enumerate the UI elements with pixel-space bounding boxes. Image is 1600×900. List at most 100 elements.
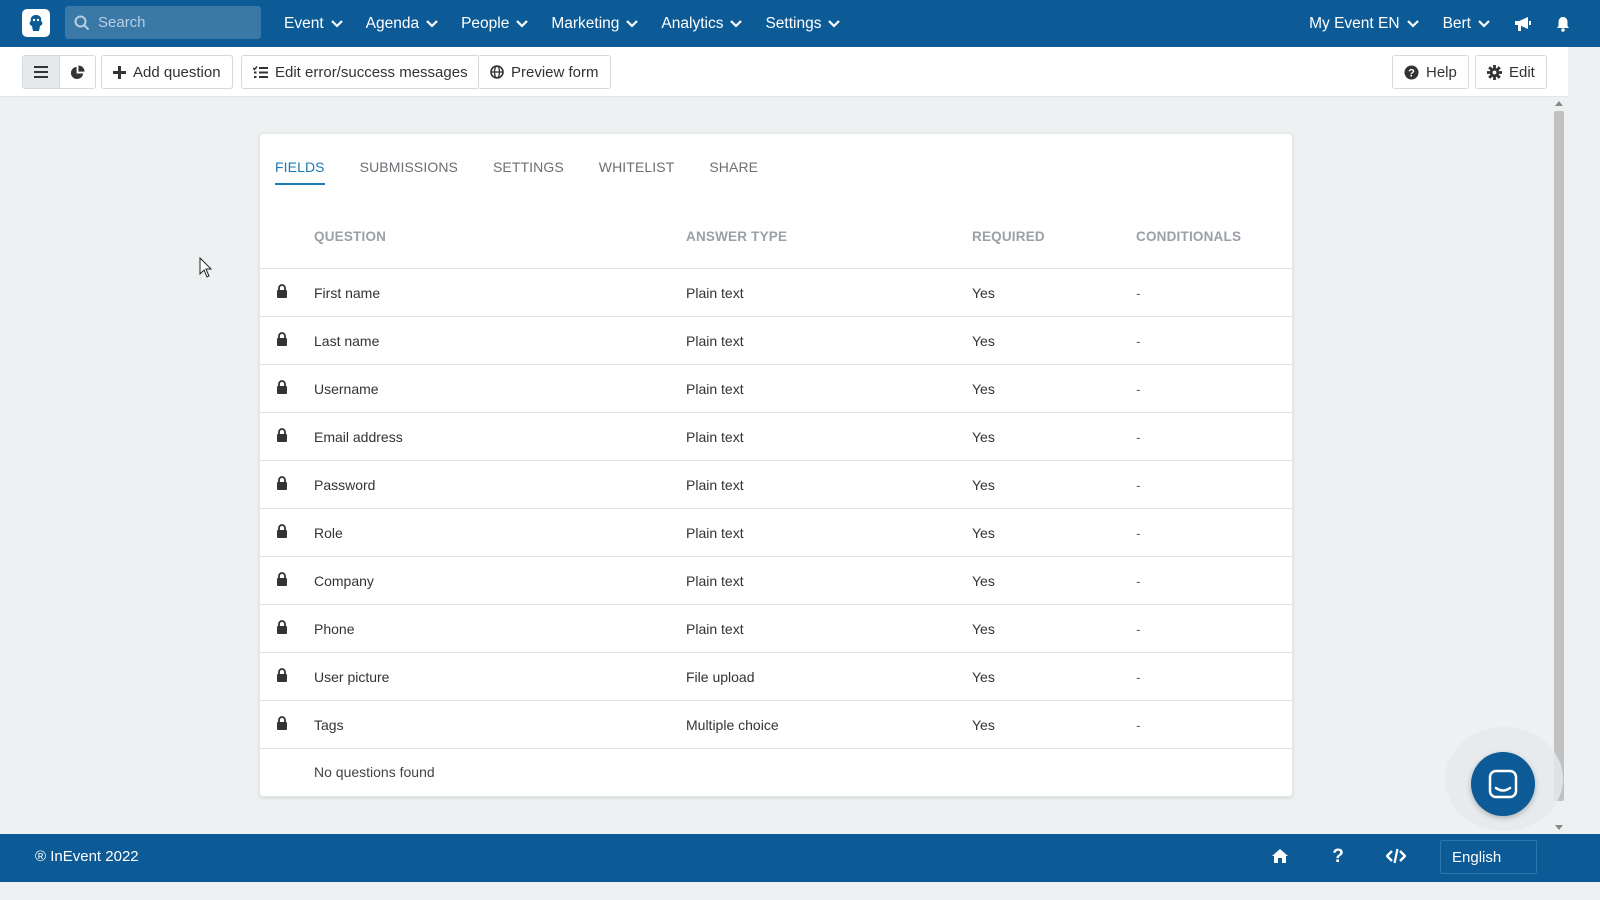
question-cell: Email address xyxy=(314,429,403,445)
bell-icon xyxy=(1557,16,1569,32)
question-cell: Tags xyxy=(314,717,344,733)
menu-analytics[interactable]: Analytics xyxy=(661,15,743,33)
user-menu[interactable]: Bert xyxy=(1443,15,1490,33)
table-row[interactable]: Last name Plain text Yes - xyxy=(260,317,1292,365)
chevron-down-icon xyxy=(730,19,743,28)
help-button[interactable]: ? Help xyxy=(1392,55,1469,89)
table-row[interactable]: Phone Plain text Yes - xyxy=(260,605,1292,653)
notifications-button[interactable] xyxy=(1556,16,1570,32)
svg-text:?: ? xyxy=(1332,846,1344,864)
lock-icon xyxy=(277,428,287,442)
page-scrollbar[interactable] xyxy=(1551,97,1568,834)
inevent-logo[interactable] xyxy=(22,9,50,37)
chevron-down-icon xyxy=(330,19,343,28)
edit-messages-label: Edit error/success messages xyxy=(275,63,468,81)
developer-button[interactable] xyxy=(1385,848,1407,869)
lock-indicator xyxy=(276,380,288,397)
required-cell: Yes xyxy=(972,285,995,301)
table-row[interactable]: First name Plain text Yes - xyxy=(260,269,1292,317)
user-name: Bert xyxy=(1442,14,1471,32)
top-navbar: Event Agenda People Marketing Analytics … xyxy=(0,0,1600,47)
header-conditionals[interactable]: CONDITIONALS xyxy=(1136,229,1241,244)
pie-chart-icon xyxy=(70,64,85,79)
menu-event[interactable]: Event xyxy=(284,15,343,33)
menu-agenda[interactable]: Agenda xyxy=(366,15,438,33)
table-row[interactable]: Tags Multiple choice Yes - xyxy=(260,701,1292,749)
tab-fields[interactable]: FIELDS xyxy=(275,159,325,185)
lock-icon xyxy=(277,524,287,538)
menu-settings[interactable]: Settings xyxy=(765,14,841,33)
answer-type-cell: Plain text xyxy=(686,621,744,637)
table-row[interactable]: Username Plain text Yes - xyxy=(260,365,1292,413)
lock-icon xyxy=(277,284,287,298)
event-selector[interactable]: My Event EN xyxy=(1309,14,1419,33)
table-row[interactable]: Role Plain text Yes - xyxy=(260,509,1292,557)
edit-button[interactable]: Edit xyxy=(1475,55,1547,89)
answer-type-cell: Multiple choice xyxy=(686,717,779,733)
scroll-up-arrow[interactable] xyxy=(1555,101,1563,106)
lock-icon xyxy=(277,716,287,730)
scroll-thumb[interactable] xyxy=(1554,111,1564,801)
header-question[interactable]: QUESTION xyxy=(314,229,386,244)
help-circle-icon: ? xyxy=(1404,65,1419,79)
required-cell: Yes xyxy=(972,477,995,493)
lock-indicator xyxy=(276,428,288,445)
question-cell: Username xyxy=(314,381,379,397)
lock-icon xyxy=(277,620,287,634)
list-view-button[interactable] xyxy=(23,56,59,88)
menu-people[interactable]: People xyxy=(461,14,529,33)
search-input[interactable] xyxy=(98,14,248,31)
answer-type-cell: Plain text xyxy=(686,477,744,493)
form-card: FIELDS SUBMISSIONS SETTINGS WHITELIST SH… xyxy=(259,133,1293,797)
announcements-button[interactable] xyxy=(1514,16,1532,32)
table-row[interactable]: Email address Plain text Yes - xyxy=(260,413,1292,461)
tab-submissions[interactable]: SUBMISSIONS xyxy=(360,159,458,185)
menu-label: Settings xyxy=(765,14,822,32)
search-box[interactable] xyxy=(65,6,261,39)
table-row[interactable]: Password Plain text Yes - xyxy=(260,461,1292,509)
header-answer-type[interactable]: ANSWER TYPE xyxy=(686,229,787,244)
chevron-down-icon xyxy=(1406,19,1419,28)
preview-form-button[interactable]: Preview form xyxy=(478,55,611,89)
event-selector-label: My Event EN xyxy=(1309,14,1400,32)
tab-share[interactable]: SHARE xyxy=(709,159,758,185)
tab-whitelist[interactable]: WHITELIST xyxy=(599,159,675,185)
bottom-strip xyxy=(0,882,1600,900)
home-button[interactable] xyxy=(1271,848,1289,869)
edit-messages-button[interactable]: Edit error/success messages xyxy=(241,55,480,89)
menu-label: Agenda xyxy=(365,14,420,32)
conditionals-cell: - xyxy=(1136,621,1141,637)
chat-launcher-button[interactable] xyxy=(1471,752,1535,816)
svg-text:?: ? xyxy=(1408,67,1415,79)
scroll-down-arrow[interactable] xyxy=(1555,825,1563,830)
answer-type-cell: Plain text xyxy=(686,525,744,541)
stats-view-button[interactable] xyxy=(58,56,96,88)
chevron-down-icon xyxy=(1478,19,1490,28)
home-icon xyxy=(1272,849,1288,863)
help-footer-button[interactable]: ? xyxy=(1331,846,1345,869)
required-cell: Yes xyxy=(972,621,995,637)
question-cell: User picture xyxy=(314,669,390,685)
conditionals-cell: - xyxy=(1136,381,1141,397)
question-cell: Phone xyxy=(314,621,355,637)
lock-indicator xyxy=(276,284,288,301)
chevron-down-icon xyxy=(516,19,529,28)
footer: ® InEvent 2022 ? English xyxy=(0,834,1600,882)
language-select[interactable]: English xyxy=(1440,840,1537,874)
plus-icon xyxy=(113,65,126,79)
tab-settings[interactable]: SETTINGS xyxy=(493,159,564,185)
search-icon xyxy=(74,15,90,30)
lock-indicator xyxy=(276,572,288,589)
header-required[interactable]: REQUIRED xyxy=(972,229,1045,244)
logo-icon xyxy=(29,15,43,31)
edit-label: Edit xyxy=(1509,63,1535,81)
menu-label: People xyxy=(461,14,510,32)
add-question-button[interactable]: Add question xyxy=(101,55,233,89)
conditionals-cell: - xyxy=(1136,429,1141,445)
preview-form-label: Preview form xyxy=(511,63,599,81)
table-row[interactable]: User picture File upload Yes - xyxy=(260,653,1292,701)
menu-marketing[interactable]: Marketing xyxy=(551,15,639,33)
table-row[interactable]: Company Plain text Yes - xyxy=(260,557,1292,605)
question-icon: ? xyxy=(1332,846,1344,867)
list-check-icon xyxy=(253,65,268,78)
